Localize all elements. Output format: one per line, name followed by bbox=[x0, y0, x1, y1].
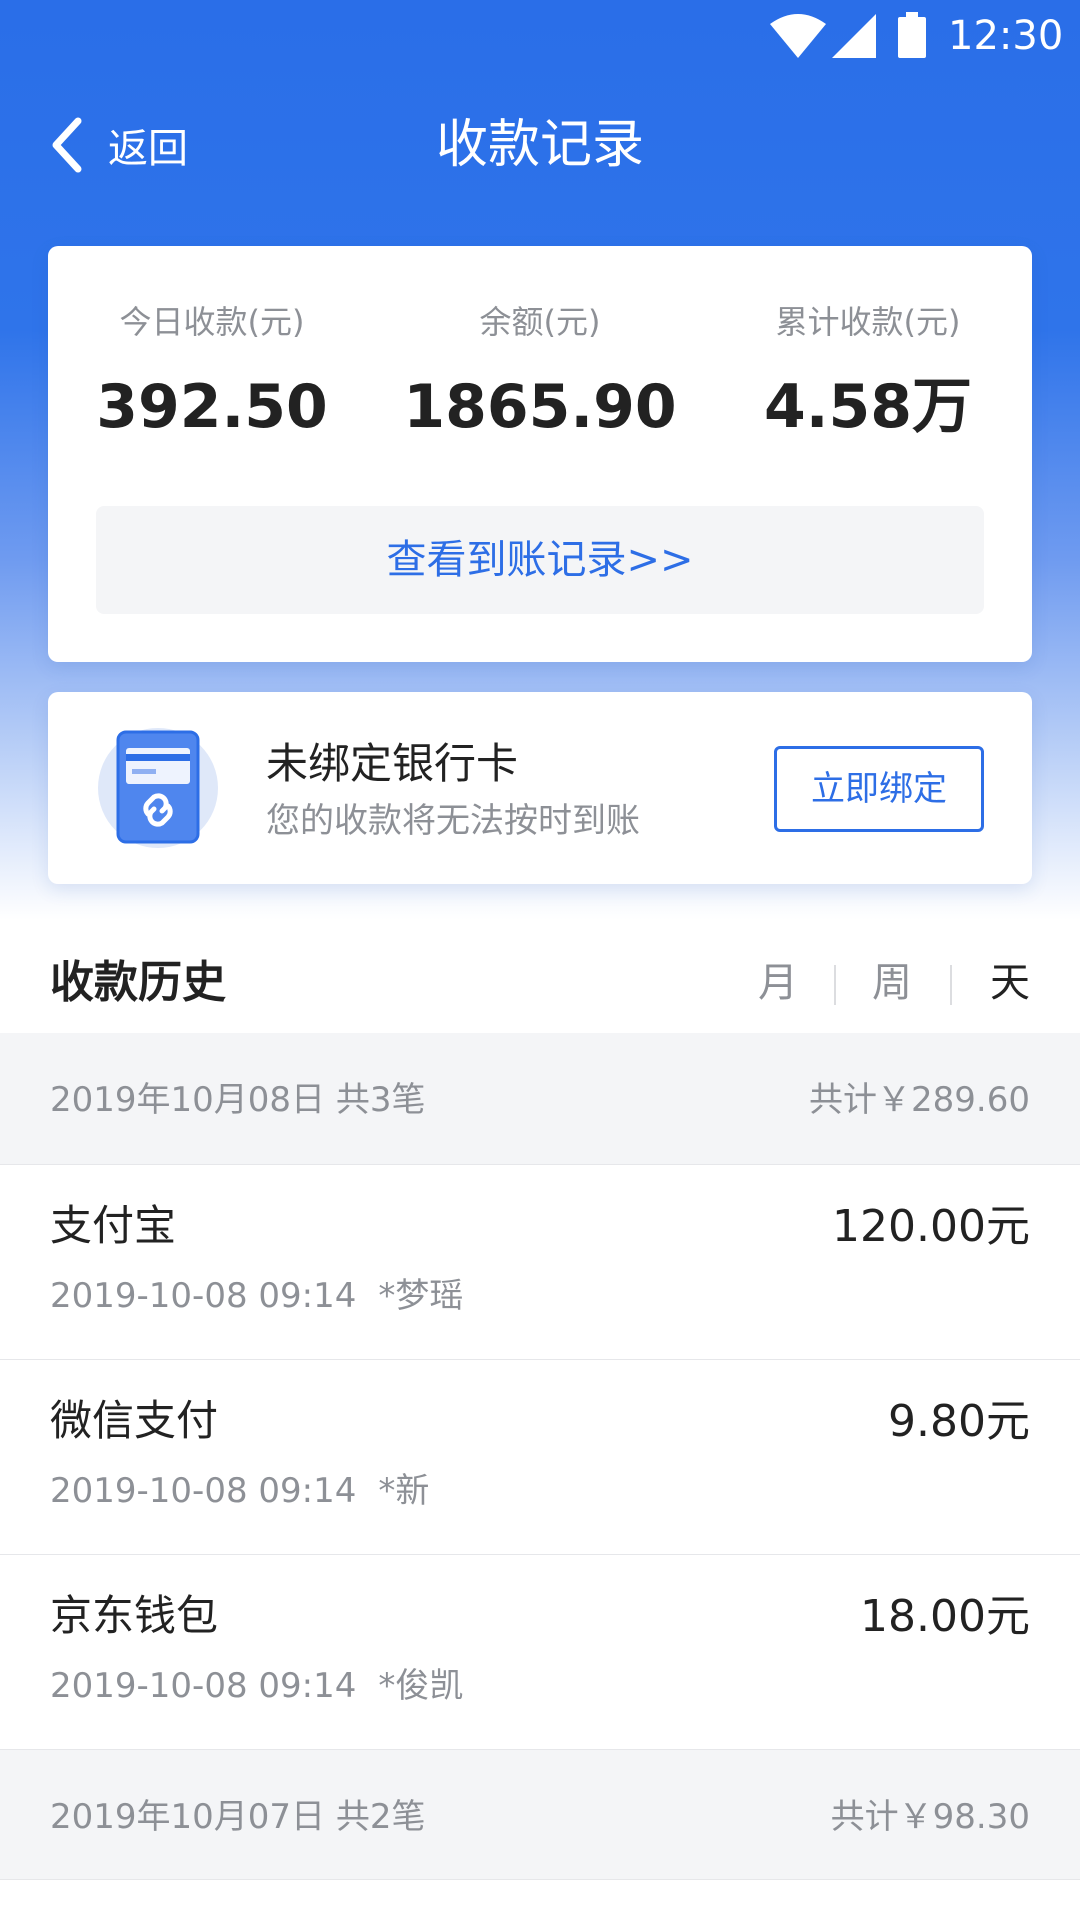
transaction-payer: *俊凯 bbox=[378, 1666, 464, 1706]
view-records-button[interactable]: 查看到账记录>> bbox=[96, 506, 984, 614]
day-label: 2019年10月08日 共3笔 bbox=[50, 1080, 426, 1120]
filter-month[interactable]: 月 bbox=[758, 955, 798, 1011]
transaction-channel: 微信支付 bbox=[50, 1396, 219, 1445]
day-label: 2019年10月07日 共2笔 bbox=[50, 1797, 426, 1837]
day-header: 2019年10月08日 共3笔 共计￥289.60 bbox=[0, 1033, 1080, 1165]
stat-balance-value: 1865.90 bbox=[403, 372, 677, 442]
card-link-icon bbox=[98, 728, 218, 848]
stat-today: 今日收款(元) 392.50 bbox=[48, 246, 376, 442]
nav-bar: 返回 收款记录 bbox=[0, 100, 1080, 190]
history-header: 收款历史 月 周 天 bbox=[0, 935, 1080, 1035]
day-total: 共计￥98.30 bbox=[830, 1797, 1030, 1837]
filter-divider bbox=[950, 965, 952, 1005]
transaction-channel: 京东钱包 bbox=[50, 1591, 219, 1640]
transaction-meta: 2019-10-08 09:14 *俊凯 bbox=[50, 1665, 463, 1707]
stat-today-value: 392.50 bbox=[96, 372, 328, 442]
history-title: 收款历史 bbox=[50, 957, 226, 1008]
bank-title: 未绑定银行卡 bbox=[266, 739, 519, 788]
bank-card-banner: 未绑定银行卡 您的收款将无法按时到账 立即绑定 bbox=[48, 692, 1032, 884]
transaction-amount: 120.00元 bbox=[832, 1201, 1030, 1252]
stats-card: 今日收款(元) 392.50 余额(元) 1865.90 累计收款(元) 4.5… bbox=[48, 246, 1032, 662]
bank-subtitle: 您的收款将无法按时到账 bbox=[266, 801, 640, 841]
status-bar: 12:30 bbox=[0, 0, 1080, 72]
transaction-amount: 18.00元 bbox=[860, 1591, 1030, 1642]
transaction-meta: 2019-10-08 09:14 *新 bbox=[50, 1470, 429, 1512]
transaction-channel: 支付宝 bbox=[50, 1201, 177, 1250]
transaction-time: 2019-10-08 09:14 bbox=[50, 1471, 357, 1511]
day-total: 共计￥289.60 bbox=[809, 1080, 1030, 1120]
wifi-icon bbox=[770, 14, 826, 58]
stat-total-value: 4.58万 bbox=[763, 372, 973, 442]
transaction-row[interactable]: 支付宝 2019-10-08 09:14 *梦瑶 120.00元 bbox=[0, 1165, 1080, 1360]
transaction-row[interactable]: 微信支付 2019-10-08 09:14 *新 9.80元 bbox=[0, 1360, 1080, 1555]
transaction-payer: *梦瑶 bbox=[378, 1276, 464, 1316]
bind-card-button[interactable]: 立即绑定 bbox=[774, 746, 984, 832]
transaction-time: 2019-10-08 09:14 bbox=[50, 1276, 357, 1316]
stat-balance-label: 余额(元) bbox=[479, 303, 601, 341]
transaction-time: 2019-10-08 09:14 bbox=[50, 1666, 357, 1706]
battery-icon bbox=[898, 12, 926, 58]
signal-icon bbox=[832, 14, 876, 58]
transaction-payer: *新 bbox=[378, 1471, 430, 1511]
stat-today-label: 今日收款(元) bbox=[119, 303, 305, 341]
stat-total: 累计收款(元) 4.58万 bbox=[704, 246, 1032, 442]
stat-balance: 余额(元) 1865.90 bbox=[376, 246, 704, 442]
day-header: 2019年10月07日 共2笔 共计￥98.30 bbox=[0, 1750, 1080, 1880]
stat-total-label: 累计收款(元) bbox=[775, 303, 961, 341]
filter-week[interactable]: 周 bbox=[872, 955, 912, 1011]
transaction-meta: 2019-10-08 09:14 *梦瑶 bbox=[50, 1275, 463, 1317]
status-time: 12:30 bbox=[948, 13, 1064, 59]
filter-divider bbox=[834, 965, 836, 1005]
transaction-amount: 9.80元 bbox=[888, 1396, 1030, 1447]
filter-day[interactable]: 天 bbox=[990, 955, 1030, 1011]
transaction-row[interactable]: 京东钱包 2019-10-08 09:14 *俊凯 18.00元 bbox=[0, 1555, 1080, 1750]
page-title: 收款记录 bbox=[435, 115, 644, 175]
